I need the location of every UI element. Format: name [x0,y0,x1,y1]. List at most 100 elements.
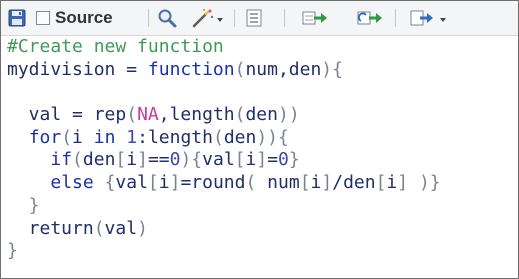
chevron-down-icon [440,18,446,22]
source-button[interactable] [410,8,446,28]
code-token: return [7,217,94,239]
code-token: val = [7,104,94,126]
code-token: den [223,126,257,148]
code-token: rep [93,104,127,126]
code-line: } [7,240,518,263]
code-line: val = rep(NA,length(den)) [7,104,518,127]
code-tools-button[interactable] [191,8,223,28]
code-token: i [386,172,398,194]
code-token: [ [375,172,387,194]
magic-wand-icon [192,8,214,28]
code-token: den [82,149,116,171]
code-token: 1 [126,126,138,148]
code-token: ( [126,104,138,126]
code-token: == [147,149,170,171]
code-token: } [7,240,18,262]
toolbar-separator [234,9,235,27]
find-button[interactable] [157,8,179,28]
chevron-down-icon [217,18,223,22]
source-run-icon [410,10,433,26]
code-line: return(val) [7,218,518,241]
rerun-icon [357,11,382,25]
outline-icon [246,9,262,27]
code-token: ( [234,58,246,80]
code-token: mydivision = [7,58,148,80]
code-token: :length [137,126,213,148]
code-token: num,den [245,58,322,80]
code-token: ( [234,104,246,126]
code-token: , [158,104,170,126]
code-token: val [115,172,148,194]
code-token: function [147,58,235,80]
code-token: ){ [321,58,343,80]
code-token: i [245,149,257,171]
search-icon [158,9,177,28]
document-outline-button[interactable] [245,8,263,28]
code-token: val [104,217,138,239]
toolbar-separator [395,9,396,27]
code-line: #Create new function [7,36,518,59]
code-token: ) [137,217,148,239]
code-token: { [104,172,116,194]
save-button[interactable] [8,8,26,28]
code-token: NA [137,104,159,126]
toolbar-separator [148,9,149,27]
code-token: ] )} [397,172,441,194]
code-token: ] [169,172,181,194]
code-token: ] [256,149,268,171]
editor-toolbar: Source [1,1,518,36]
code-token: i [72,126,94,148]
code-token: [ [115,149,127,171]
code-token: [ [299,172,311,194]
toolbar-separator [284,9,285,27]
code-line: } [7,195,518,218]
code-token: ( [72,149,83,171]
code-line: mydivision = function(num,den){ [7,59,518,82]
rerun-button[interactable] [357,8,385,28]
code-token: ( [61,126,73,148]
code-token: num [267,172,300,194]
code-token: i [126,149,138,171]
code-line: for(i in 1:length(den)){ [7,127,518,150]
code-token: 0 [278,149,289,171]
save-icon [8,9,26,27]
code-token: else [50,172,94,194]
source-label: Source [55,8,113,27]
code-token: [ [147,172,159,194]
code-token: i [158,172,170,194]
code-token: den [245,104,278,126]
code-token: =round [180,172,246,194]
code-editor[interactable]: #Create new function mydivision = functio… [1,36,518,278]
script-editor: Source #Create new function mydivision =… [0,0,519,279]
code-token: val [202,149,235,171]
code-token: ( [212,126,224,148]
code-token: i [310,172,322,194]
code-token: #Create new function [7,36,224,57]
code-token: ] [321,172,333,194]
code-token: } [288,149,300,171]
code-token: = [267,149,279,171]
run-line-icon [302,11,327,25]
code-token: )) [277,104,300,126]
code-token: den [343,172,376,194]
code-token: ( [245,172,268,194]
code-token: in [93,126,116,148]
code-line: if(den[i]==0){val[i]=0} [7,149,518,172]
checkbox-icon [36,11,50,25]
code-token: ){ [180,149,203,171]
code-token: ( [93,217,105,239]
code-line: else {val[i]=round( num[i]/den[i] )} [7,172,518,195]
code-token: } [7,194,40,216]
code-token: for [28,126,62,148]
run-button[interactable] [302,8,330,28]
source-on-save-checkbox[interactable]: Source [36,8,113,28]
code-token: [ [234,149,246,171]
code-token: 0 [169,149,181,171]
code-token: length [169,104,235,126]
code-token: )){ [256,126,289,148]
